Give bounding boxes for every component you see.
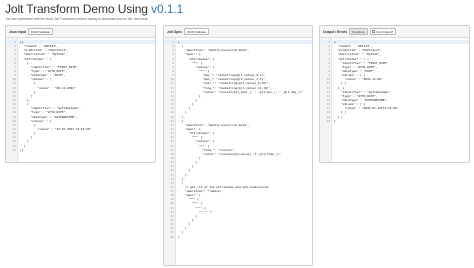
jolt-spec-header: Jolt Spec JSON Validate (164, 26, 312, 38)
page-title-text: Jolt Transform Demo Using (5, 2, 152, 16)
page-title: Jolt Transform Demo Using v0.1.1 (5, 2, 183, 16)
sort-output-checkbox[interactable] (372, 30, 376, 33)
json-validate-spec-button[interactable]: JSON Validate (184, 28, 209, 35)
code-lines: 1[{2 "itemId" : "ABC123", 3 "productId" :… (6, 40, 155, 152)
transform-button[interactable]: Transform (349, 28, 368, 35)
line-number: 27 (12, 147, 16, 152)
code-lines: 1[2 {3 "operation": "modify-overwrite-be… (164, 40, 312, 239)
sort-output-toggle[interactable]: Sort Output? (369, 28, 396, 35)
sort-output-label: Sort Output? (376, 29, 394, 34)
output-title: Output / Errors (323, 29, 348, 34)
code-line: 20} (320, 119, 469, 123)
output-panel: Output / Errors Transform Sort Output? 1… (319, 25, 470, 163)
json-input-editor[interactable]: 1[{2 "itemId" : "ABC123", 3 "productId" :… (6, 38, 155, 162)
json-validate-input-button[interactable]: JSON Validate (28, 28, 53, 35)
code-text: }] (20, 147, 24, 152)
version-link[interactable]: v0.1.1 (151, 2, 183, 16)
code-lines: 1{2 "itemId" : "ABC123", 3 "productId" : … (320, 40, 469, 123)
code-text: } (334, 118, 336, 123)
line-number: 48 (170, 234, 174, 239)
output-editor[interactable]: 1{2 "itemId" : "ABC123", 3 "productId" : … (320, 38, 469, 162)
json-input-header: Json Input JSON Validate (6, 26, 155, 38)
json-input-title: Json Input (9, 29, 27, 34)
jolt-spec-title: Jolt Spec (167, 29, 183, 34)
code-line: 48] (164, 235, 312, 239)
page-description: You can experiment with the stock Jolt T… (5, 17, 149, 21)
jolt-spec-editor[interactable]: 1[2 {3 "operation": "modify-overwrite-be… (164, 38, 312, 265)
jolt-spec-panel: Jolt Spec JSON Validate 1[2 {3 "operatio… (163, 25, 313, 266)
output-header: Output / Errors Transform Sort Output? (320, 26, 469, 38)
json-input-panel: Json Input JSON Validate 1[{2 "itemId" :… (5, 25, 156, 163)
line-number: 20 (326, 118, 330, 123)
code-line: 27}] (6, 148, 155, 152)
code-text: ] (178, 234, 180, 239)
